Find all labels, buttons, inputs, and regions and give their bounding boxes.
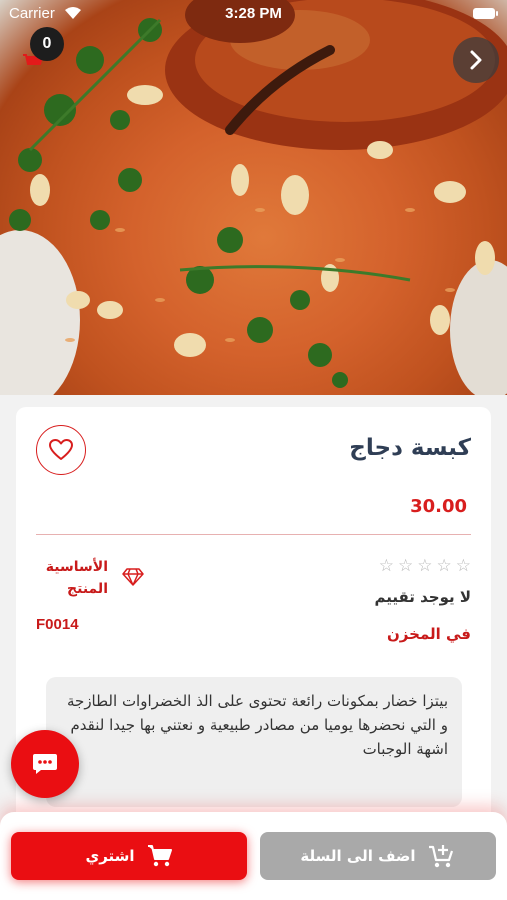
buy-button-label: اشتري <box>85 847 135 865</box>
product-title: كبسة دجاج <box>349 435 471 461</box>
add-to-cart-label: اضف الى السلة <box>300 847 416 865</box>
product-code: F0014 <box>36 616 79 633</box>
stock-status: في المخزن <box>387 625 471 643</box>
next-image-button[interactable] <box>453 37 499 83</box>
bottom-action-bar: اشتري اضف الى السلة <box>0 812 507 900</box>
status-time: 3:28 PM <box>225 5 282 22</box>
divider <box>36 534 471 535</box>
product-price: 30.00 <box>410 496 467 517</box>
favorite-button[interactable] <box>36 425 86 475</box>
buy-button[interactable]: اشتري <box>11 832 247 880</box>
heart-icon <box>49 439 73 460</box>
add-cart-icon <box>428 845 453 868</box>
add-to-cart-button[interactable]: اضف الى السلة <box>260 832 496 880</box>
rating-stars[interactable]: ☆ ☆ ☆ ☆ ☆ <box>379 556 471 576</box>
chevron-right-icon <box>470 50 482 70</box>
product-details-card: كبسة دجاج 30.00 ☆ ☆ ☆ ☆ ☆ لا يوجد تقييم … <box>16 407 491 827</box>
chat-icon <box>33 754 57 774</box>
cart-count-badge[interactable]: 0 <box>30 27 64 61</box>
rating-text: لا يوجد تقييم <box>374 588 471 606</box>
star-icon: ☆ <box>378 556 394 576</box>
chat-button[interactable] <box>11 730 79 798</box>
product-image <box>0 0 507 395</box>
cart-icon <box>147 845 172 867</box>
battery-icon <box>473 8 498 19</box>
star-icon: ☆ <box>436 556 452 576</box>
product-description: بيتزا خضار بمكونات رائعة تحتوى على الذ ا… <box>46 677 462 807</box>
star-icon: ☆ <box>455 556 471 576</box>
diamond-icon <box>122 568 144 586</box>
product-category: الأساسية المنتج <box>45 559 108 597</box>
status-bar: Carrier 3:28 PM <box>0 0 507 28</box>
star-icon: ☆ <box>417 556 433 576</box>
star-icon: ☆ <box>398 556 414 576</box>
